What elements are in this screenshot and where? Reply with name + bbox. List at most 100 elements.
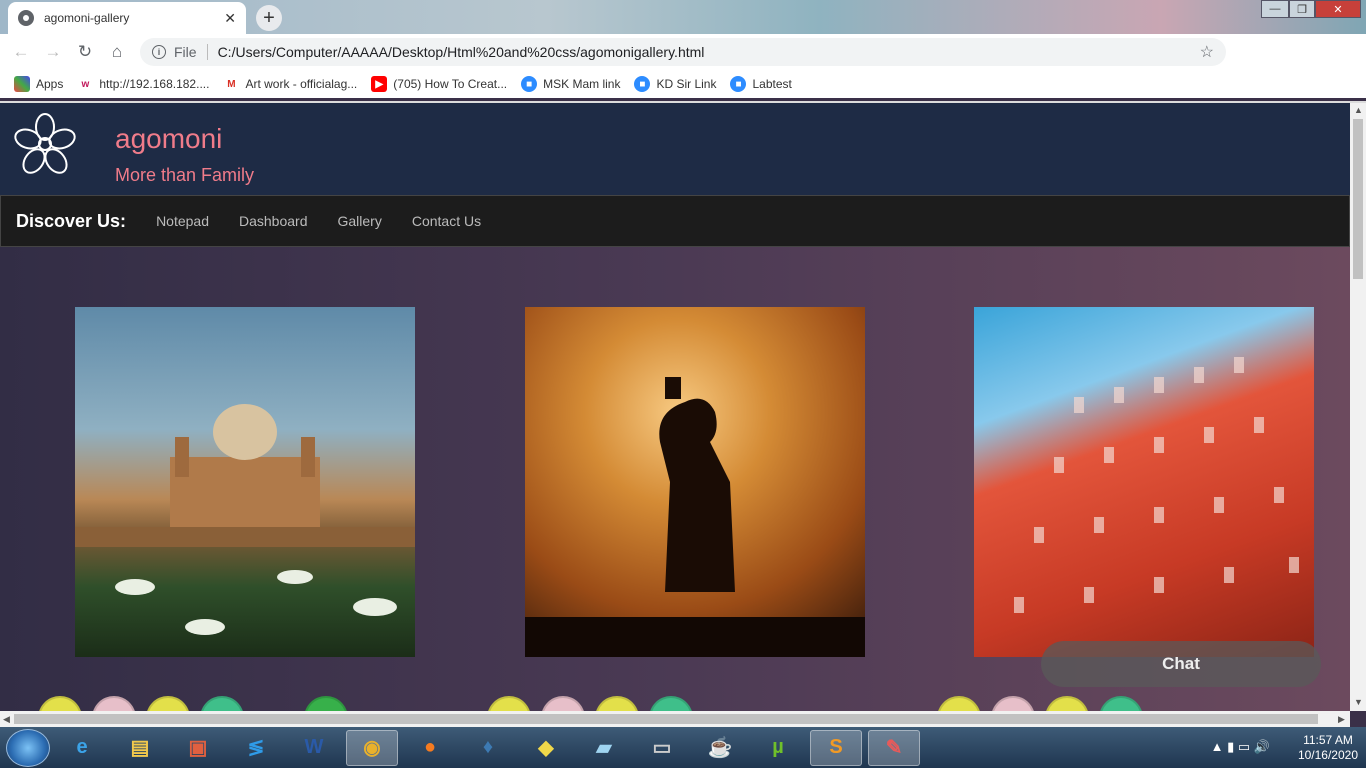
ie-icon[interactable]: e xyxy=(56,730,108,766)
info-icon[interactable]: i xyxy=(152,45,166,59)
bookmark-apps[interactable]: Apps xyxy=(14,76,63,92)
tab-title: agomoni-gallery xyxy=(44,11,130,25)
page-viewport: agomoni More than Family Discover Us: No… xyxy=(0,103,1350,711)
system-tray-icons[interactable]: ▲ ▮ ▭ 🔊 xyxy=(1211,739,1270,755)
forward-icon[interactable]: → xyxy=(40,39,66,65)
horizontal-scrollbar[interactable]: ◀ ▶ xyxy=(0,711,1350,727)
nav-link-notepad[interactable]: Notepad xyxy=(156,213,209,229)
sublime-icon[interactable]: S xyxy=(810,729,862,766)
scroll-down-icon[interactable]: ▼ xyxy=(1354,697,1363,707)
bookmark-label: KD Sir Link xyxy=(656,77,717,91)
hawa-mahal-photo[interactable] xyxy=(974,307,1314,657)
circle-teal[interactable] xyxy=(1099,696,1143,711)
tomb-photo[interactable] xyxy=(75,307,415,657)
circle-yellow[interactable] xyxy=(1045,696,1089,711)
nav-link-gallery[interactable]: Gallery xyxy=(338,213,382,229)
circle-pink[interactable] xyxy=(991,696,1035,711)
python-editor-icon[interactable]: ◆ xyxy=(520,730,572,766)
bookmark-label: Apps xyxy=(36,77,64,91)
explorer-icon[interactable]: ▤ xyxy=(114,730,166,766)
circle-row-2 xyxy=(487,696,703,711)
clock-date: 10/16/2020 xyxy=(1297,748,1358,762)
bookmarks-bar: Apps w http://192.168.182.... M Art work -… xyxy=(0,70,1366,98)
gmail-icon: M xyxy=(227,78,236,90)
circle-pink[interactable] xyxy=(541,696,585,711)
firefox-icon[interactable]: ● xyxy=(404,730,456,766)
bookmark-label: Art work - officialag... xyxy=(245,77,358,91)
circle-teal[interactable] xyxy=(649,696,693,711)
scroll-right-icon[interactable]: ▶ xyxy=(1338,714,1345,725)
browser-window: agomoni-gallery ✕ + — ❐ ✕ ← → ↻ ⌂ i File… xyxy=(0,0,1366,768)
windows-taskbar: e ▤ ▣ ≶ W ◉ ● ♦ ◆ ▰ ▭ ☕ µ S ✎ ▲ ▮ ▭ 🔊 11… xyxy=(0,727,1366,768)
word-icon[interactable]: W xyxy=(288,730,340,766)
circle-yellow[interactable] xyxy=(38,696,82,711)
globe-icon xyxy=(18,10,34,26)
scroll-up-icon[interactable]: ▲ xyxy=(1354,105,1363,115)
address-divider xyxy=(206,44,208,60)
zoom-icon: ■ xyxy=(634,76,651,92)
tab-strip: agomoni-gallery ✕ + — ❐ ✕ xyxy=(0,0,1366,34)
site-header: agomoni More than Family xyxy=(0,103,1350,195)
brand-name: agomoni xyxy=(115,123,223,154)
flower-logo-icon xyxy=(14,113,76,174)
scroll-left-icon[interactable]: ◀ xyxy=(3,714,10,725)
bookmark-youtube[interactable]: ▶ (705) How To Creat... xyxy=(371,76,507,92)
vertical-scroll-thumb[interactable] xyxy=(1353,119,1363,279)
youtube-icon: ▶ xyxy=(371,76,388,92)
bookmark-label: MSK Mam link xyxy=(543,77,621,91)
circle-yellow[interactable] xyxy=(595,696,639,711)
w-logo-icon: w xyxy=(81,78,90,90)
vscode-icon[interactable]: ≶ xyxy=(230,730,282,766)
bookmark-ip[interactable]: w http://192.168.182.... xyxy=(77,76,209,92)
minimize-button[interactable]: — xyxy=(1261,0,1289,18)
bookmark-star-icon[interactable]: ☆ xyxy=(1200,42,1214,62)
chrome-icon[interactable]: ◉ xyxy=(346,729,398,766)
circle-row-1 xyxy=(38,696,358,711)
chat-button[interactable]: Chat xyxy=(1041,641,1321,687)
address-bar[interactable]: i File C:/Users/Computer/AAAAA/Desktop/H… xyxy=(140,38,1226,66)
tab-close-icon[interactable]: ✕ xyxy=(224,10,236,27)
bookmark-kd[interactable]: ■ KD Sir Link xyxy=(634,76,716,92)
java-icon[interactable]: ☕ xyxy=(694,730,746,766)
notepad-icon[interactable]: ▰ xyxy=(578,730,630,766)
circle-yellow[interactable] xyxy=(937,696,981,711)
presentation-icon[interactable]: ▣ xyxy=(172,730,224,766)
address-url[interactable]: C:/Users/Computer/AAAAA/Desktop/Html%20a… xyxy=(218,44,705,60)
circle-yellow[interactable] xyxy=(487,696,531,711)
aarti-photo[interactable] xyxy=(525,307,865,657)
terminal-icon[interactable]: ▭ xyxy=(636,730,688,766)
back-icon[interactable]: ← xyxy=(8,39,34,65)
bookmark-label: (705) How To Creat... xyxy=(393,77,508,91)
tomb-illustration xyxy=(75,404,415,635)
horizontal-scroll-thumb[interactable] xyxy=(14,714,1318,724)
apps-grid-icon xyxy=(14,76,30,92)
bookmark-msk[interactable]: ■ MSK Mam link xyxy=(521,76,620,92)
maximize-button[interactable]: ❐ xyxy=(1289,0,1315,18)
close-window-button[interactable]: ✕ xyxy=(1315,0,1361,18)
circle-yellow[interactable] xyxy=(146,696,190,711)
circle-green[interactable] xyxy=(304,696,348,711)
bookmark-artwork[interactable]: M Art work - officialag... xyxy=(223,76,357,92)
nav-link-contact[interactable]: Contact Us xyxy=(412,213,481,229)
clock-time: 11:57 AM xyxy=(1303,733,1353,747)
palace-facade xyxy=(1014,357,1299,613)
paint-icon[interactable]: ✎ xyxy=(868,729,920,766)
aarti-silhouette xyxy=(525,377,865,657)
circle-row-3 xyxy=(937,696,1153,711)
circle-pink[interactable] xyxy=(92,696,136,711)
bookmark-label: Labtest xyxy=(752,77,792,91)
python-icon[interactable]: ♦ xyxy=(462,730,514,766)
reload-icon[interactable]: ↻ xyxy=(72,39,98,65)
new-tab-button[interactable]: + xyxy=(256,5,282,31)
home-icon[interactable]: ⌂ xyxy=(104,39,130,65)
tab-agomoni-gallery[interactable]: agomoni-gallery ✕ xyxy=(8,2,246,34)
start-button[interactable] xyxy=(6,728,50,767)
site-navbar: Discover Us: Notepad Dashboard Gallery C… xyxy=(0,195,1350,247)
nav-link-dashboard[interactable]: Dashboard xyxy=(239,213,308,229)
clock[interactable]: 11:57 AM 10/16/2020 xyxy=(1298,733,1358,763)
bookmark-labtest[interactable]: ■ Labtest xyxy=(730,76,792,92)
utorrent-icon[interactable]: µ xyxy=(752,730,804,766)
vertical-scrollbar[interactable]: ▲ ▼ xyxy=(1350,103,1366,711)
circle-teal[interactable] xyxy=(200,696,244,711)
bookmark-label: http://192.168.182.... xyxy=(99,77,210,91)
